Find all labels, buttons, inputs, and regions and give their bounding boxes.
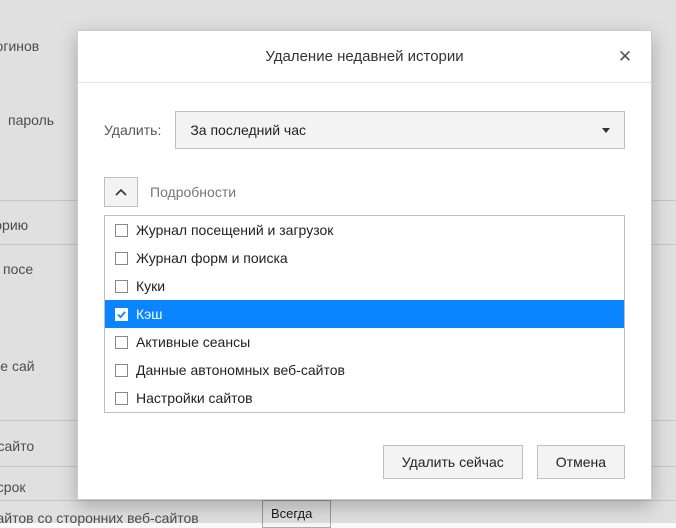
option-label: Данные автономных веб-сайтов — [136, 362, 345, 378]
checkbox-icon[interactable] — [115, 280, 128, 293]
cancel-button[interactable]: Отмена — [537, 445, 625, 479]
clear-history-dialog: Удаление недавней истории ✕ Удалить: За … — [77, 30, 652, 500]
dialog-footer: Удалить сейчас Отмена — [78, 431, 651, 499]
time-range-row: Удалить: За последний час — [104, 111, 625, 149]
dialog-title: Удаление недавней истории — [265, 48, 463, 65]
option-label: Активные сеансы — [136, 334, 250, 350]
option-label: Журнал форм и поиска — [136, 250, 288, 266]
option-label: Журнал посещений и загрузок — [136, 222, 333, 238]
option-row[interactable]: Журнал посещений и загрузок — [105, 216, 624, 244]
option-row[interactable]: Куки — [105, 272, 624, 300]
option-row[interactable]: Кэш — [105, 300, 624, 328]
close-button[interactable]: ✕ — [607, 39, 643, 75]
option-label: Куки — [136, 278, 165, 294]
close-icon: ✕ — [618, 31, 632, 83]
checkbox-icon[interactable] — [115, 336, 128, 349]
options-list: Журнал посещений и загрузок Журнал форм и… — [104, 215, 625, 413]
details-header: Подробности — [104, 177, 625, 207]
option-row[interactable]: Настройки сайтов — [105, 384, 624, 412]
option-row[interactable]: Данные автономных веб-сайтов — [105, 356, 624, 384]
option-label: Настройки сайтов — [136, 390, 253, 406]
time-range-value: За последний час — [190, 122, 306, 138]
checkbox-icon[interactable] — [115, 364, 128, 377]
time-range-dropdown[interactable]: За последний час — [175, 111, 625, 149]
clear-now-button[interactable]: Удалить сейчас — [383, 445, 523, 479]
dialog-titlebar: Удаление недавней истории ✕ — [78, 31, 651, 83]
option-row[interactable]: Активные сеансы — [105, 328, 624, 356]
option-row[interactable]: Журнал форм и поиска — [105, 244, 624, 272]
time-range-label: Удалить: — [104, 122, 161, 138]
checkbox-icon[interactable] — [115, 252, 128, 265]
checkbox-icon[interactable] — [115, 224, 128, 237]
chevron-up-icon — [115, 188, 127, 196]
chevron-down-icon — [602, 128, 610, 133]
checkbox-icon[interactable] — [115, 392, 128, 405]
details-toggle-button[interactable] — [104, 177, 138, 207]
option-label: Кэш — [136, 306, 163, 322]
checkbox-icon[interactable] — [115, 308, 128, 321]
dialog-body: Удалить: За последний час Подробности Жу… — [78, 83, 651, 431]
details-label: Подробности — [150, 184, 236, 200]
